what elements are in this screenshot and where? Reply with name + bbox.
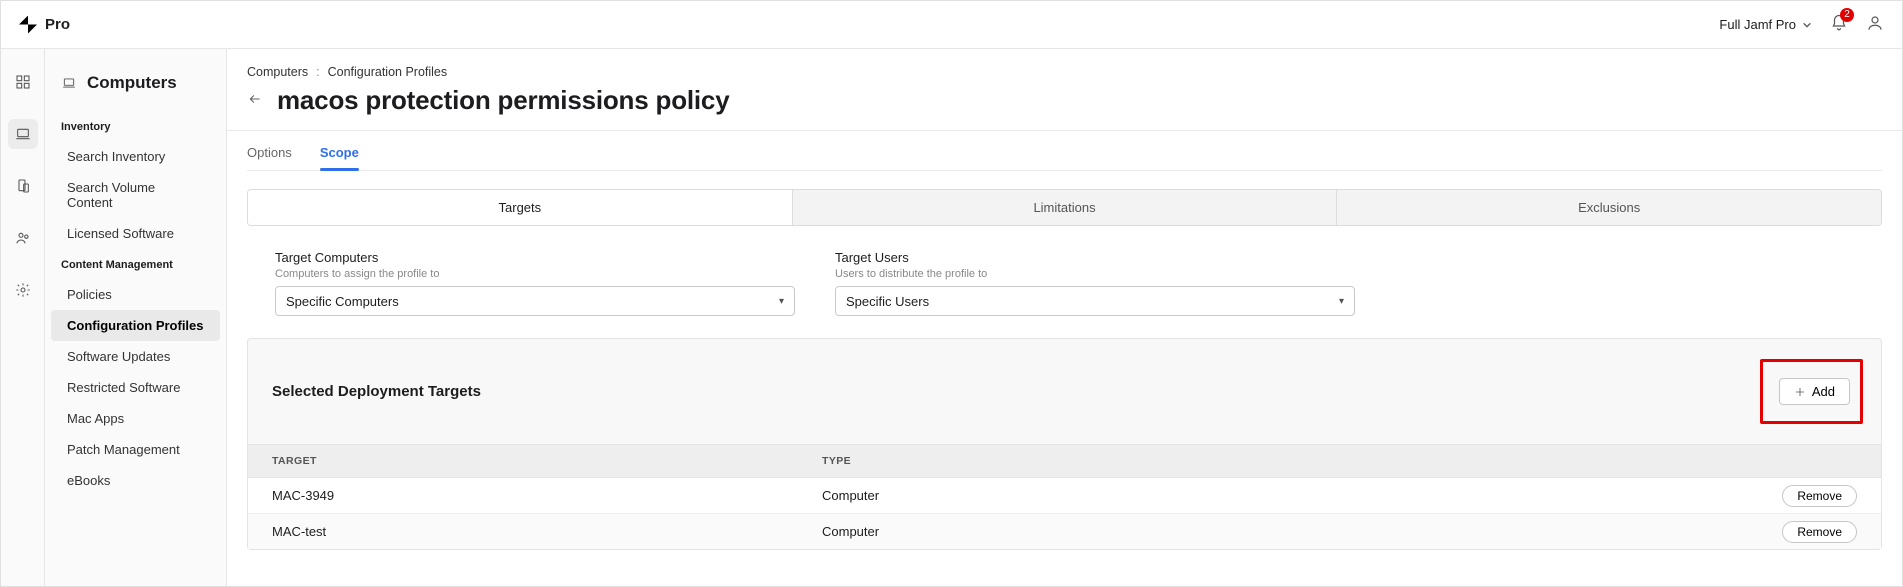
add-highlight: Add — [1760, 359, 1863, 424]
caret-down-icon: ▾ — [1339, 296, 1344, 307]
page-title: macos protection permissions policy — [277, 85, 729, 116]
sidebar-item-search-volume-content[interactable]: Search Volume Content — [51, 172, 220, 218]
target-computers-value: Specific Computers — [286, 294, 399, 309]
sidebar-section-label: Content Management — [45, 249, 226, 279]
back-button[interactable] — [247, 92, 263, 109]
sidebar-item-mac-apps[interactable]: Mac Apps — [51, 403, 220, 434]
remove-button[interactable]: Remove — [1782, 485, 1857, 507]
sidebar: Computers Inventory Search Inventory Sea… — [45, 49, 227, 586]
breadcrumb-computers[interactable]: Computers — [247, 65, 308, 79]
add-target-button[interactable]: Add — [1779, 378, 1850, 405]
breadcrumb-configuration-profiles[interactable]: Configuration Profiles — [328, 65, 448, 79]
table-row: MAC-3949 Computer Remove — [248, 478, 1881, 514]
sidebar-item-software-updates[interactable]: Software Updates — [51, 341, 220, 372]
product-logo — [19, 16, 37, 34]
app-shell: Computers Inventory Search Inventory Sea… — [1, 49, 1902, 586]
row-type: Computer — [798, 514, 1761, 549]
caret-down-icon: ▾ — [779, 296, 784, 307]
targets-table: TARGET TYPE MAC-3949 Computer Remove MAC… — [248, 444, 1881, 549]
sidebar-item-ebooks[interactable]: eBooks — [51, 465, 220, 496]
target-computers-help: Computers to assign the profile to — [275, 268, 795, 280]
rail-dashboard[interactable] — [8, 67, 38, 97]
row-target: MAC-3949 — [248, 478, 798, 513]
laptop-icon — [61, 76, 77, 90]
scope-form: Target Computers Computers to assign the… — [247, 250, 1882, 338]
users-icon — [15, 230, 31, 246]
table-row: MAC-test Computer Remove — [248, 514, 1881, 549]
sidebar-item-configuration-profiles[interactable]: Configuration Profiles — [51, 310, 220, 341]
row-target: MAC-test — [248, 514, 798, 549]
product-name: Pro — [45, 16, 70, 33]
seg-exclusions[interactable]: Exclusions — [1336, 190, 1881, 225]
sidebar-item-policies[interactable]: Policies — [51, 279, 220, 310]
row-type: Computer — [798, 478, 1761, 513]
rail-users[interactable] — [8, 223, 38, 253]
sidebar-item-restricted-software[interactable]: Restricted Software — [51, 372, 220, 403]
target-users-select[interactable]: Specific Users ▾ — [835, 286, 1355, 316]
chevron-down-icon — [1802, 20, 1812, 30]
tab-scope[interactable]: Scope — [320, 145, 359, 170]
topbar: Pro Full Jamf Pro 2 — [1, 1, 1902, 49]
gear-icon — [15, 282, 31, 298]
seg-limitations[interactable]: Limitations — [792, 190, 1337, 225]
devices-icon — [15, 178, 31, 194]
topbar-left: Pro — [19, 16, 70, 34]
site-switcher-label: Full Jamf Pro — [1719, 17, 1796, 32]
rail-computers[interactable] — [8, 119, 38, 149]
targets-table-head: TARGET TYPE — [248, 444, 1881, 478]
icon-rail — [1, 49, 45, 586]
target-users-help: Users to distribute the profile to — [835, 268, 1355, 280]
targets-title: Selected Deployment Targets — [272, 383, 481, 400]
title-row: macos protection permissions policy — [247, 85, 1882, 130]
scope-segmented: Targets Limitations Exclusions — [247, 189, 1882, 226]
account-button[interactable] — [1866, 14, 1884, 35]
col-target: TARGET — [248, 445, 798, 477]
target-users-col: Target Users Users to distribute the pro… — [835, 250, 1355, 316]
user-icon — [1866, 14, 1884, 32]
target-computers-select[interactable]: Specific Computers ▾ — [275, 286, 795, 316]
sidebar-title: Computers — [45, 65, 226, 111]
notifications-button[interactable]: 2 — [1830, 14, 1848, 35]
targets-header: Selected Deployment Targets Add — [248, 339, 1881, 444]
plus-icon — [1794, 386, 1806, 398]
laptop-icon — [15, 126, 31, 142]
target-users-label: Target Users — [835, 250, 1355, 265]
col-type: TYPE — [798, 445, 1761, 477]
sidebar-item-patch-management[interactable]: Patch Management — [51, 434, 220, 465]
sidebar-section-label: Inventory — [45, 111, 226, 141]
rail-settings[interactable] — [8, 275, 38, 305]
dashboard-icon — [15, 74, 31, 90]
sidebar-title-text: Computers — [87, 73, 177, 93]
topbar-right: Full Jamf Pro 2 — [1719, 14, 1884, 35]
arrow-left-icon — [247, 92, 263, 106]
targets-panel: Selected Deployment Targets Add TARGET T… — [247, 338, 1882, 550]
rail-devices[interactable] — [8, 171, 38, 201]
notifications-badge: 2 — [1840, 8, 1854, 22]
detail-tabs: Options Scope — [247, 131, 1882, 171]
col-actions — [1761, 445, 1881, 477]
remove-button[interactable]: Remove — [1782, 521, 1857, 543]
target-users-value: Specific Users — [846, 294, 929, 309]
breadcrumb: Computers : Configuration Profiles — [247, 49, 1882, 85]
add-target-label: Add — [1812, 384, 1835, 399]
site-switcher[interactable]: Full Jamf Pro — [1719, 17, 1812, 32]
breadcrumb-separator: : — [316, 65, 319, 79]
tab-options[interactable]: Options — [247, 145, 292, 170]
content-area: Computers : Configuration Profiles macos… — [227, 49, 1902, 586]
target-computers-label: Target Computers — [275, 250, 795, 265]
target-computers-col: Target Computers Computers to assign the… — [275, 250, 795, 316]
sidebar-item-search-inventory[interactable]: Search Inventory — [51, 141, 220, 172]
seg-targets[interactable]: Targets — [248, 190, 792, 225]
sidebar-item-licensed-software[interactable]: Licensed Software — [51, 218, 220, 249]
